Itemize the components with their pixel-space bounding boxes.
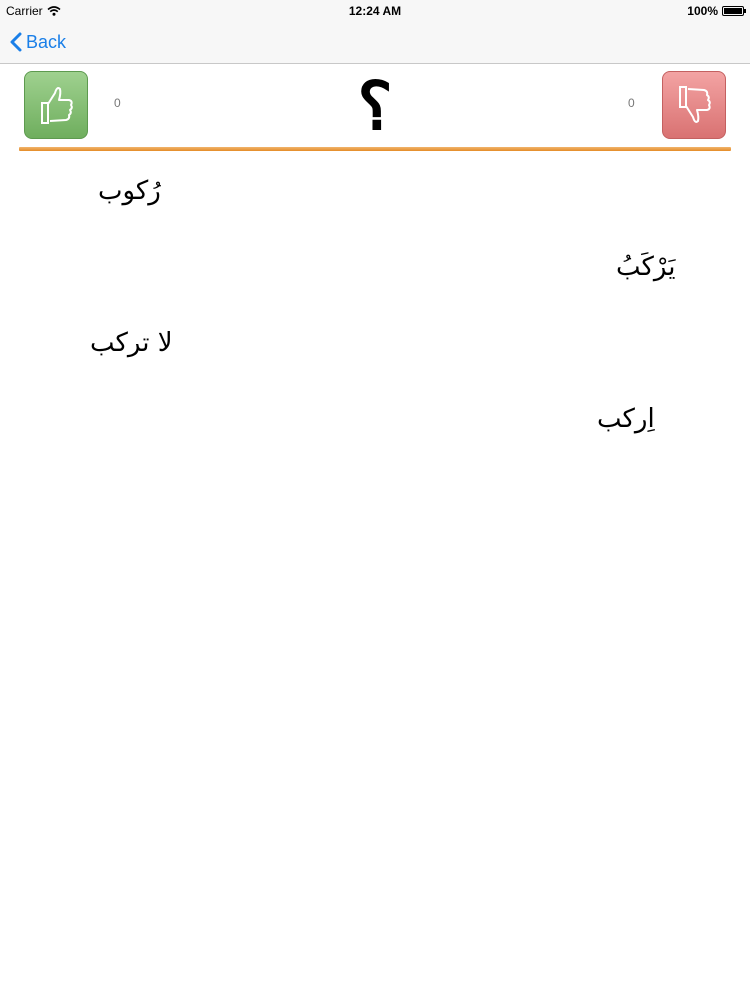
answer-option-2[interactable]: يَرْكَبُ [616, 252, 676, 282]
answer-option-3[interactable]: لا تركب [90, 328, 173, 358]
thumbs-up-icon [41, 87, 73, 124]
correct-count: 0 [114, 96, 121, 110]
thumbs-down-button[interactable] [662, 71, 726, 139]
battery-group: 100% [687, 4, 746, 18]
answer-option-4[interactable]: اِركب [597, 404, 655, 434]
chevron-left-icon [10, 32, 22, 52]
question-mark-prompt: ؟ [357, 67, 393, 145]
status-bar: Carrier 12:24 AM 100% [0, 0, 750, 22]
thumbs-down-icon [679, 86, 711, 123]
thumbs-up-button[interactable] [24, 71, 88, 139]
divider-line [19, 147, 731, 151]
answer-option-1[interactable]: رُكوب [98, 176, 161, 206]
clock: 12:24 AM [348, 4, 402, 18]
wrong-count: 0 [628, 96, 635, 110]
back-button[interactable]: Back [10, 30, 66, 54]
back-label: Back [26, 31, 67, 52]
score-bar: 0 ؟ 0 [0, 64, 750, 156]
battery-percent: 100% [687, 4, 718, 18]
battery-icon [722, 6, 746, 16]
navigation-bar: Back [0, 22, 750, 64]
